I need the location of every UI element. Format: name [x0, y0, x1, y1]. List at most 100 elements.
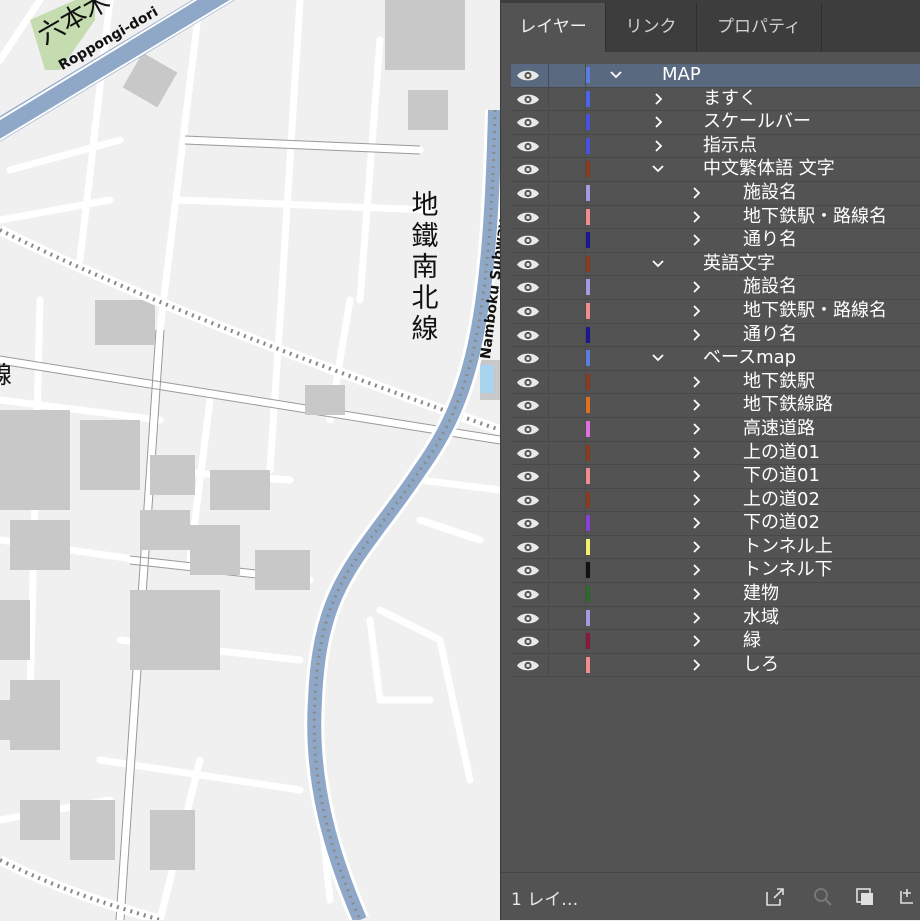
lock-column[interactable]	[548, 134, 549, 158]
tab-layers[interactable]: レイヤー	[501, 3, 606, 52]
tab-links[interactable]: リンク	[606, 3, 697, 52]
chevron-right-icon[interactable]	[689, 467, 703, 485]
chevron-right-icon[interactable]	[689, 609, 703, 627]
chevron-right-icon[interactable]	[689, 420, 703, 438]
layer-name[interactable]: トンネル下	[743, 559, 833, 581]
lock-column[interactable]	[548, 512, 549, 535]
lock-column[interactable]	[548, 323, 549, 347]
lock-column[interactable]	[548, 583, 549, 606]
new-layer-icon[interactable]	[895, 885, 919, 909]
chevron-down-icon[interactable]	[651, 255, 665, 273]
chevron-right-icon[interactable]	[689, 444, 703, 462]
chevron-down-icon[interactable]	[651, 160, 665, 178]
layer-name[interactable]: 中文繁体語 文字	[703, 158, 835, 180]
layer-name[interactable]: 建物	[743, 583, 779, 605]
chevron-down-icon[interactable]	[609, 66, 623, 84]
tab-properties[interactable]: プロパティ	[697, 3, 822, 52]
layer-row[interactable]: MAP	[511, 64, 920, 88]
visibility-eye-icon[interactable]	[516, 587, 540, 602]
layer-row[interactable]: 上の道01	[511, 441, 920, 466]
chevron-right-icon[interactable]	[689, 302, 703, 320]
layer-name[interactable]: ベースmap	[703, 347, 796, 369]
visibility-eye-icon[interactable]	[516, 115, 540, 130]
chevron-right-icon[interactable]	[689, 231, 703, 249]
layer-name[interactable]: 地下鉄駅・路線名	[743, 206, 887, 228]
chevron-right-icon[interactable]	[689, 514, 703, 532]
map-canvas[interactable]: 六本木 Roppongi-dori 地鐵南北線 Namboku Subway 線	[0, 0, 500, 920]
visibility-eye-icon[interactable]	[516, 139, 540, 154]
visibility-eye-icon[interactable]	[516, 469, 540, 484]
lock-column[interactable]	[548, 111, 549, 134]
chevron-right-icon[interactable]	[689, 491, 703, 509]
lock-column[interactable]	[548, 87, 549, 111]
layer-row[interactable]: ますく	[511, 87, 920, 112]
layer-name[interactable]: 下の道02	[743, 512, 820, 534]
visibility-eye-icon[interactable]	[516, 493, 540, 508]
layer-row[interactable]: 施設名	[511, 276, 920, 300]
visibility-eye-icon[interactable]	[516, 398, 540, 413]
visibility-eye-icon[interactable]	[516, 540, 540, 555]
chevron-right-icon[interactable]	[689, 184, 703, 202]
layer-row[interactable]: トンネル下	[511, 559, 920, 584]
layer-name[interactable]: しろ	[743, 654, 779, 676]
visibility-eye-icon[interactable]	[516, 422, 540, 437]
chevron-right-icon[interactable]	[689, 278, 703, 296]
lock-column[interactable]	[548, 441, 549, 465]
lock-column[interactable]	[548, 158, 549, 181]
layer-row[interactable]: 下の道01	[511, 465, 920, 489]
visibility-eye-icon[interactable]	[516, 611, 540, 626]
export-icon[interactable]	[763, 885, 787, 909]
layer-row[interactable]: 建物	[511, 583, 920, 607]
lock-column[interactable]	[548, 606, 549, 630]
lock-column[interactable]	[548, 465, 549, 488]
lock-column[interactable]	[548, 535, 549, 559]
collect-icon[interactable]	[853, 885, 877, 909]
layer-name[interactable]: 英語文字	[703, 253, 775, 275]
lock-column[interactable]	[548, 488, 549, 512]
visibility-eye-icon[interactable]	[516, 257, 540, 272]
layer-name[interactable]: 施設名	[743, 276, 797, 298]
layer-name[interactable]: 地下鉄駅	[743, 371, 815, 393]
layer-name[interactable]: 高速道路	[743, 418, 815, 440]
visibility-eye-icon[interactable]	[516, 210, 540, 225]
layer-name[interactable]: トンネル上	[743, 536, 833, 558]
layer-row[interactable]: 通り名	[511, 323, 920, 348]
lock-column[interactable]	[548, 347, 549, 370]
chevron-right-icon[interactable]	[689, 538, 703, 556]
chevron-right-icon[interactable]	[689, 373, 703, 391]
layer-row[interactable]: 下の道02	[511, 512, 920, 536]
layer-name[interactable]: 地下鉄駅・路線名	[743, 300, 887, 322]
layer-row[interactable]: しろ	[511, 653, 920, 678]
lock-column[interactable]	[548, 417, 549, 441]
locate-icon[interactable]	[811, 885, 835, 909]
chevron-right-icon[interactable]	[689, 585, 703, 603]
layer-row[interactable]: 施設名	[511, 181, 920, 206]
layer-name[interactable]: 指示点	[703, 135, 757, 157]
layer-row[interactable]: 中文繁体語 文字	[511, 158, 920, 182]
lock-column[interactable]	[548, 181, 549, 205]
visibility-eye-icon[interactable]	[516, 162, 540, 177]
chevron-right-icon[interactable]	[689, 632, 703, 650]
layer-name[interactable]: 水域	[743, 607, 779, 629]
visibility-eye-icon[interactable]	[516, 186, 540, 201]
visibility-eye-icon[interactable]	[516, 280, 540, 295]
chevron-right-icon[interactable]	[689, 561, 703, 579]
layer-name[interactable]: 上の道02	[743, 489, 820, 511]
layer-row[interactable]: ベースmap	[511, 347, 920, 371]
visibility-eye-icon[interactable]	[516, 446, 540, 461]
lock-column[interactable]	[548, 229, 549, 252]
visibility-eye-icon[interactable]	[516, 92, 540, 107]
layer-name[interactable]: 上の道01	[743, 442, 820, 464]
lock-column[interactable]	[548, 205, 549, 229]
chevron-right-icon[interactable]	[651, 113, 665, 131]
visibility-eye-icon[interactable]	[516, 634, 540, 649]
layer-row[interactable]: 緑	[511, 630, 920, 654]
lock-column[interactable]	[548, 276, 549, 299]
lock-column[interactable]	[548, 653, 549, 677]
lock-column[interactable]	[548, 299, 549, 323]
layer-name[interactable]: ますく	[703, 88, 757, 110]
layer-row[interactable]: 水域	[511, 606, 920, 631]
layer-name[interactable]: 通り名	[743, 324, 797, 346]
visibility-eye-icon[interactable]	[516, 658, 540, 673]
layer-row[interactable]: 地下鉄線路	[511, 394, 920, 418]
